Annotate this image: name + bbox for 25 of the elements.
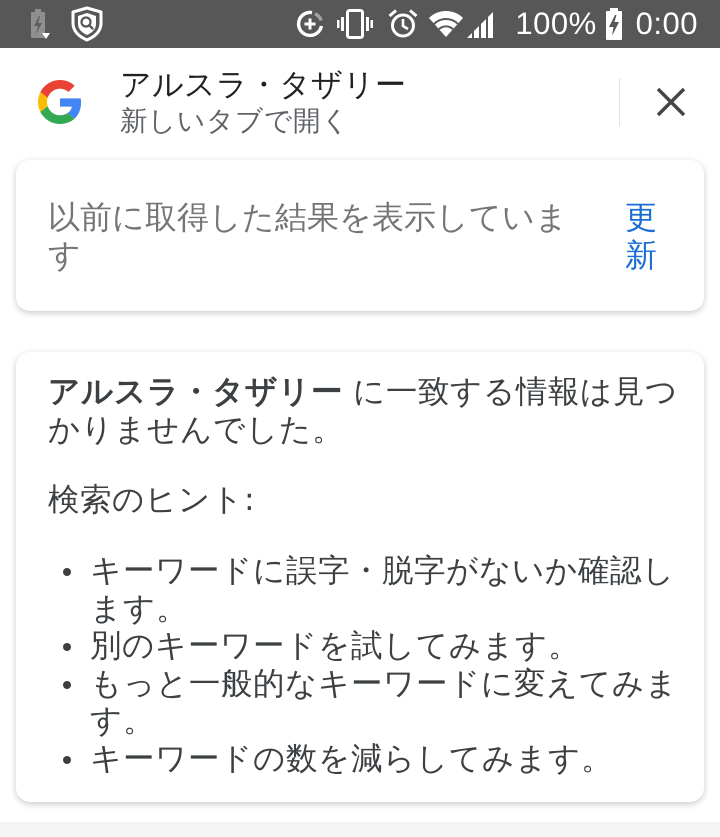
close-icon (656, 87, 686, 117)
cached-results-notice: 以前に取得した結果を表示しています (48, 198, 569, 274)
bullet-icon (63, 568, 71, 576)
shield-search-icon (70, 6, 104, 42)
battery-charging-icon (604, 8, 623, 40)
clock-time: 0:00 (636, 7, 698, 41)
bullet-icon (63, 680, 71, 689)
search-tip: 別のキーワードを試してみます。 (90, 628, 581, 666)
ring-plus-icon (296, 10, 324, 38)
tips-heading: 検索のヒント: (48, 481, 256, 519)
bullet-icon (63, 756, 71, 764)
battery-charging-icon (28, 8, 50, 40)
refresh-link[interactable]: 更新 (625, 198, 657, 274)
battery-percent: 100% (515, 7, 597, 41)
search-tip: キーワードの数を減らしてみます。 (90, 740, 614, 779)
bullet-icon (63, 643, 71, 652)
open-in-new-tab-hint: 新しいタブで開く (120, 104, 351, 138)
no-results-message: アルスラ・タザリー に一致する情報は見つかりませんでした。 (48, 373, 678, 449)
wifi-icon (429, 11, 464, 37)
search-tip: もっと一般的なキーワードに変えてみます。 (90, 666, 678, 741)
alarm-clock-icon (388, 9, 418, 39)
g-logo-icon (38, 80, 82, 124)
search-tip: キーワードに誤字・脱字がないか確認します。 (90, 553, 676, 628)
page-title: アルスラ・タザリー (120, 66, 407, 104)
vibrate-icon (337, 9, 374, 39)
